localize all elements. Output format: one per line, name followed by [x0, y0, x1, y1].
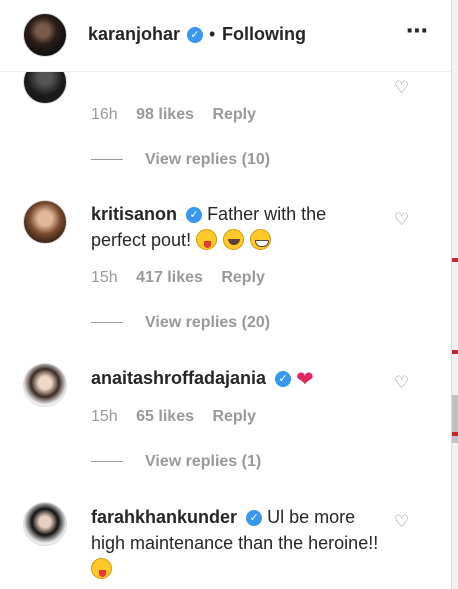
- view-replies-button[interactable]: View replies (20): [91, 314, 270, 332]
- comment-body: anaitashroffadajania ✓ ❤: [91, 365, 381, 393]
- page-scrollbar-track[interactable]: [452, 0, 458, 589]
- winking-tongue-emoji-icon: [196, 229, 218, 250]
- verified-badge-icon: ✓: [246, 510, 263, 527]
- post-header: karanjohar ✓ • Following ⋯: [0, 0, 451, 72]
- verified-badge-icon: ✓: [186, 207, 203, 224]
- comment-body: farahkhankunder ✓ Ul be more high mainte…: [91, 504, 381, 582]
- red-heart-emoji-icon: ❤: [296, 368, 314, 391]
- background-page-edge: [452, 432, 458, 436]
- comment-likes[interactable]: 417 likes: [136, 269, 203, 286]
- heart-outline-icon[interactable]: ♡: [394, 78, 409, 98]
- heart-outline-icon[interactable]: ♡: [394, 512, 409, 532]
- comment-likes[interactable]: 98 likes: [136, 106, 194, 123]
- tears-of-joy-emoji-icon: [223, 229, 245, 250]
- reply-button[interactable]: Reply: [212, 408, 256, 425]
- grinning-emoji-icon: [250, 229, 272, 250]
- view-replies-button[interactable]: View replies (1): [91, 453, 261, 471]
- background-page-edge: [452, 350, 458, 354]
- view-replies-label: View replies (20): [145, 314, 271, 331]
- view-replies-button[interactable]: View replies (10): [91, 151, 270, 169]
- comment-username[interactable]: anaitashroffadajania: [91, 368, 266, 388]
- comment-meta: 15h 417 likes Reply: [91, 269, 279, 287]
- profile-avatar[interactable]: [23, 13, 67, 57]
- comment-time: 15h: [91, 408, 118, 425]
- comment-meta: 15h 65 likes Reply: [91, 408, 270, 426]
- follow-status-button[interactable]: Following: [222, 24, 306, 45]
- view-replies-label: View replies (1): [145, 453, 262, 470]
- background-page-edge: [452, 258, 458, 262]
- comment-time: 15h: [91, 269, 118, 286]
- reply-button[interactable]: Reply: [221, 269, 265, 286]
- winking-tongue-emoji-icon: [91, 558, 112, 579]
- view-replies-label: View replies (10): [145, 151, 271, 168]
- verified-badge-icon: ✓: [275, 371, 292, 388]
- header-separator: •: [209, 24, 216, 44]
- comment-time: 16h: [91, 106, 118, 123]
- replies-divider: [91, 461, 123, 463]
- comment-username[interactable]: farahkhankunder: [91, 507, 237, 527]
- verified-badge-icon: ✓: [187, 27, 203, 43]
- comments-panel: karanjohar ✓ • Following ⋯ ♡ 16h 98 like…: [0, 0, 452, 589]
- commenter-avatar[interactable]: [23, 200, 67, 244]
- reply-button[interactable]: Reply: [212, 106, 256, 123]
- comment-username[interactable]: kritisanon: [91, 204, 177, 224]
- more-options-icon[interactable]: ⋯: [406, 18, 429, 44]
- replies-divider: [91, 159, 123, 161]
- commenter-avatar[interactable]: [23, 363, 67, 407]
- comment-meta: 16h 98 likes Reply: [91, 106, 270, 124]
- comment-body: kritisanon ✓ Father with the perfect pou…: [91, 201, 381, 253]
- comment-likes[interactable]: 65 likes: [136, 408, 194, 425]
- commenter-avatar[interactable]: [23, 502, 67, 546]
- header-username[interactable]: karanjohar: [88, 24, 180, 45]
- heart-outline-icon[interactable]: ♡: [394, 373, 409, 393]
- heart-outline-icon[interactable]: ♡: [394, 210, 409, 230]
- replies-divider: [91, 322, 123, 324]
